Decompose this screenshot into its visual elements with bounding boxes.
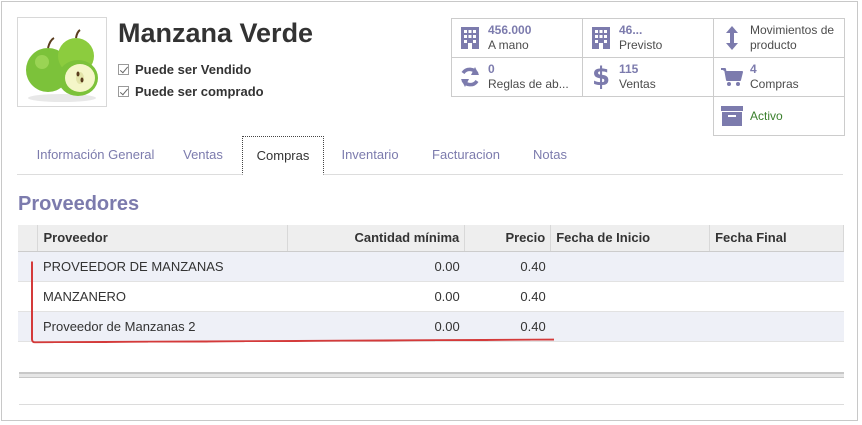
price-cell[interactable]: 0.40 [464,281,551,312]
tab-compras[interactable]: Compras [242,136,324,175]
start-date-cell[interactable] [550,281,710,312]
end-date-cell[interactable] [709,281,844,312]
vendor-name-cell[interactable]: Proveedor de Manzanas 2 [37,311,288,342]
tab-informacion-general[interactable]: Información General [23,136,168,174]
table-row[interactable]: PROVEEDOR DE MANZANAS 0.00 0.40 [18,251,844,282]
refresh-icon [452,66,488,88]
price-cell[interactable]: 0.40 [464,251,551,282]
sales-value: 115 [619,62,639,76]
reorder-rules-value: 0 [488,62,495,76]
sales-button[interactable]: $ 115 Ventas [582,57,714,97]
start-date-cell[interactable] [550,311,710,342]
stock-moves-label-2: producto [750,38,797,52]
column-header-fecha-final[interactable]: Fecha Final [709,225,844,252]
checkbox-checked-icon[interactable] [118,64,129,75]
can-be-sold-checkbox[interactable]: Puede ser Vendido [118,62,251,77]
on-hand-button[interactable]: 456.000 A mano [451,18,583,58]
purchases-label: Compras [750,77,799,91]
min-qty-cell[interactable]: 0.00 [287,311,465,342]
stock-moves-label-1: Movimientos de [750,23,835,37]
row-handle[interactable] [18,251,38,282]
column-header-fecha-inicio[interactable]: Fecha de Inicio [550,225,711,252]
forecast-label: Previsto [619,38,663,52]
table-row[interactable]: MANZANERO 0.00 0.40 [18,281,844,312]
reorder-rules-button[interactable]: 0 Reglas de ab... [451,57,583,97]
green-apples-image [26,29,98,102]
column-header-proveedor[interactable]: Proveedor [37,225,289,252]
end-date-cell[interactable] [709,251,844,282]
notebook-tabs: Información General Ventas Compras Inven… [17,136,843,175]
tab-ventas[interactable]: Ventas [168,136,238,174]
start-date-cell[interactable] [550,251,710,282]
vendor-name-cell[interactable]: MANZANERO [37,281,288,312]
pager-divider [19,372,844,378]
vendor-name-cell[interactable]: PROVEEDOR DE MANZANAS [37,251,288,282]
can-be-purchased-checkbox[interactable]: Puede ser comprado [118,84,264,99]
row-handle[interactable] [18,311,38,342]
tab-notas[interactable]: Notas [517,136,583,174]
handle-column-header [18,225,39,252]
purchases-button[interactable]: 4 Compras [713,57,845,97]
price-cell[interactable]: 0.40 [464,311,551,342]
building-icon [583,26,619,50]
column-header-cantidad-minima[interactable]: Cantidad mínima [287,225,466,252]
up-down-arrow-icon [714,25,750,51]
tab-facturacion[interactable]: Facturacion [416,136,516,174]
building-icon [452,26,488,50]
on-hand-label: A mano [488,38,529,52]
active-label: Activo [750,108,783,123]
purchases-value: 4 [750,62,757,76]
dollar-icon: $ [591,62,611,92]
cart-icon [714,67,750,87]
row-handle[interactable] [18,281,38,312]
min-qty-cell[interactable]: 0.00 [287,281,465,312]
table-row[interactable]: Proveedor de Manzanas 2 0.00 0.40 [18,311,844,342]
product-name[interactable]: Manzana Verde [118,18,313,49]
can-be-purchased-label: Puede ser comprado [135,84,264,99]
on-hand-value: 456.000 [488,23,532,37]
sales-label: Ventas [619,77,656,91]
forecast-button[interactable]: 46... Previsto [582,18,714,58]
can-be-sold-label: Puede ser Vendido [135,62,252,77]
end-date-cell[interactable] [709,311,844,342]
vendors-section-title: Proveedores [18,193,140,215]
stock-moves-button[interactable]: Movimientos de producto [713,18,845,58]
product-image[interactable] [17,17,107,107]
reorder-rules-label: Reglas de ab... [488,77,569,91]
table-header-row: Proveedor Cantidad mínima Precio Fecha d… [18,225,844,252]
min-qty-cell[interactable]: 0.00 [287,251,465,282]
tab-inventario[interactable]: Inventario [328,136,412,174]
forecast-value: 46... [619,23,643,37]
vendors-table: Proveedor Cantidad mínima Precio Fecha d… [18,225,844,342]
bottom-divider [19,404,844,405]
active-toggle-button[interactable]: Activo [713,96,845,136]
checkbox-checked-icon[interactable] [118,86,129,97]
column-header-precio[interactable]: Precio [464,225,552,252]
archive-icon [714,105,750,127]
